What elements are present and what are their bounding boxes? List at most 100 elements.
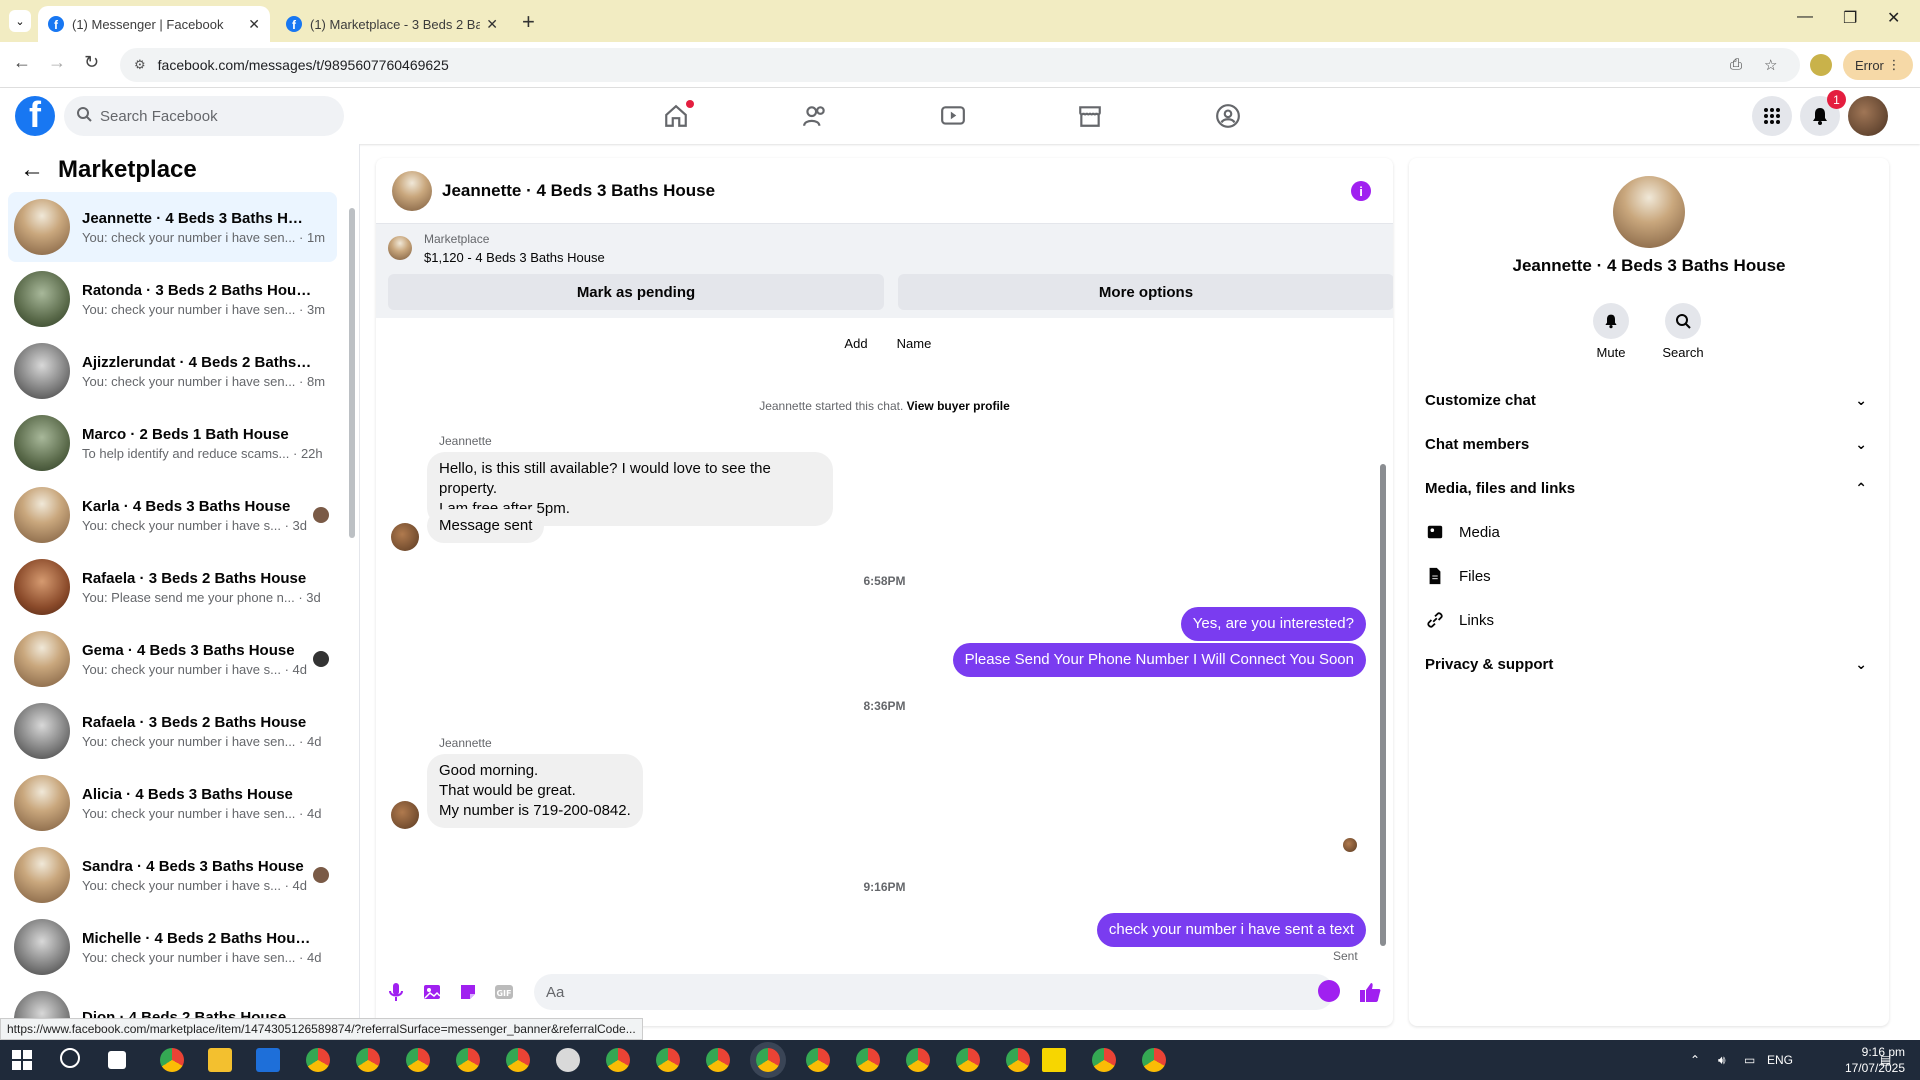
chrome-icon[interactable] — [956, 1048, 980, 1072]
conversation-item[interactable]: Michelle · 4 Beds 2 Baths House You: chec… — [8, 912, 337, 982]
facebook-logo-icon[interactable]: f — [15, 96, 55, 136]
privacy-support-row[interactable]: Privacy & support ⌄ — [1425, 646, 1873, 682]
new-tab-button[interactable]: + — [522, 9, 535, 35]
profile-avatar-icon[interactable] — [1810, 54, 1832, 76]
chrome-icon[interactable] — [160, 1048, 184, 1072]
bookmark-star-icon[interactable]: ☆ — [1764, 56, 1777, 74]
attach-photo-icon[interactable] — [420, 980, 444, 1004]
sender-avatar[interactable] — [391, 801, 419, 829]
tray-chevron-icon[interactable]: ⌃ — [1690, 1040, 1700, 1080]
gif-icon[interactable]: GIF — [492, 980, 516, 1004]
media-row[interactable]: Media — [1425, 514, 1873, 550]
mark-as-pending-button[interactable]: Mark as pending — [388, 274, 884, 310]
files-row[interactable]: Files — [1425, 558, 1873, 594]
chrome-icon[interactable] — [306, 1048, 330, 1072]
conversation-item[interactable]: Karla · 4 Beds 3 Baths House You: check y… — [8, 480, 337, 550]
address-bar[interactable]: ⚙ facebook.com/messages/t/98956077604696… — [120, 48, 1800, 82]
conversation-item[interactable]: Jeannette · 4 Beds 3 Baths House You: che… — [8, 192, 337, 262]
contact-avatar[interactable] — [1613, 176, 1685, 248]
mute-button[interactable]: Mute — [1581, 303, 1641, 360]
conversation-item[interactable]: Ajizzlerundat · 4 Beds 2 Baths H... You: … — [8, 336, 337, 406]
add-button[interactable]: Add — [826, 336, 886, 351]
sticky-notes-icon[interactable] — [1042, 1048, 1066, 1072]
error-button[interactable]: Error ⋮ — [1843, 50, 1913, 80]
sticker-icon[interactable] — [456, 980, 480, 1004]
chrome-icon[interactable] — [906, 1048, 930, 1072]
chrome-icon[interactable] — [806, 1048, 830, 1072]
search-conversation-button[interactable]: Search — [1653, 303, 1713, 360]
view-buyer-profile-link[interactable]: View buyer profile — [907, 399, 1010, 413]
chrome-icon[interactable] — [456, 1048, 480, 1072]
conversation-item[interactable]: Rafaela · 3 Beds 2 Baths House You: check… — [8, 696, 337, 766]
chrome-icon[interactable] — [656, 1048, 680, 1072]
sender-avatar[interactable] — [391, 523, 419, 551]
outgoing-message[interactable]: Please Send Your Phone Number I Will Con… — [952, 643, 1366, 677]
info-icon[interactable]: i — [1351, 181, 1371, 201]
conversation-item[interactable]: Marco · 2 Beds 1 Bath House To help ident… — [8, 408, 337, 478]
conversation-item[interactable]: Ratonda · 3 Beds 2 Baths House You: check… — [8, 264, 337, 334]
sidebar-scrollbar[interactable] — [349, 208, 355, 538]
reload-icon[interactable]: ↻ — [84, 52, 99, 73]
video-icon[interactable] — [937, 100, 969, 132]
media-files-links-row[interactable]: Media, files and links ⌃ — [1425, 470, 1873, 506]
windows-start-icon[interactable] — [12, 1050, 32, 1070]
chrome-icon[interactable] — [506, 1048, 530, 1072]
chat-members-row[interactable]: Chat members ⌄ — [1425, 426, 1873, 462]
back-icon[interactable]: ← — [13, 52, 31, 73]
language-indicator[interactable]: ENG — [1767, 1040, 1793, 1080]
chrome-icon[interactable] — [856, 1048, 880, 1072]
task-view-icon[interactable] — [108, 1051, 126, 1069]
close-window-icon[interactable]: ✕ — [1887, 8, 1900, 28]
conversation-item[interactable]: Gema · 4 Beds 3 Baths House You: check yo… — [8, 624, 337, 694]
menu-grid-icon[interactable] — [1752, 96, 1792, 136]
chrome-icon[interactable] — [1006, 1048, 1030, 1072]
tab-search-dropdown-icon[interactable]: ⌄ — [9, 10, 31, 32]
restore-icon[interactable]: ❐ — [1843, 8, 1857, 28]
notification-center-icon[interactable]: ▤ — [1880, 1040, 1891, 1080]
install-app-icon[interactable]: ⎙ — [1730, 56, 1742, 73]
clock[interactable]: 9:16 pm 17/07/2025 — [1835, 1044, 1905, 1076]
chrome-icon[interactable] — [1092, 1048, 1116, 1072]
incoming-message[interactable]: Message sent — [427, 509, 545, 543]
volume-icon[interactable]: 🔊︎ — [1718, 1040, 1726, 1080]
groups-icon[interactable] — [1212, 100, 1244, 132]
minimize-icon[interactable]: — — [1797, 8, 1813, 26]
chat-avatar[interactable] — [392, 170, 432, 211]
listing-title[interactable]: $1,120 - 4 Beds 3 Baths House — [424, 250, 605, 265]
search-facebook-input[interactable]: Search Facebook — [64, 96, 344, 136]
emoji-icon[interactable] — [1318, 980, 1340, 1002]
close-tab-icon[interactable]: ✕ — [486, 16, 498, 33]
account-avatar[interactable] — [1848, 96, 1888, 136]
chat-title[interactable]: Jeannette · 4 Beds 3 Baths House — [442, 181, 715, 201]
chrome-icon[interactable] — [606, 1048, 630, 1072]
chrome-icon[interactable] — [356, 1048, 380, 1072]
file-explorer-icon[interactable] — [208, 1048, 232, 1072]
app-icon[interactable] — [556, 1048, 580, 1072]
chrome-icon[interactable] — [1142, 1048, 1166, 1072]
search-taskbar-icon[interactable] — [60, 1048, 80, 1068]
like-thumb-icon[interactable] — [1358, 980, 1382, 1004]
marketplace-icon[interactable] — [1074, 100, 1106, 132]
listing-thumbnail[interactable] — [388, 236, 412, 260]
message-input[interactable]: Aa — [534, 974, 1334, 1010]
name-button[interactable]: Name — [884, 336, 944, 351]
site-info-icon[interactable]: ⚙ — [134, 57, 146, 73]
back-arrow-icon[interactable]: ← — [20, 156, 44, 184]
conversation-item[interactable]: Sandra · 4 Beds 3 Baths House You: check … — [8, 840, 337, 910]
chat-scrollbar[interactable] — [1380, 464, 1386, 946]
close-tab-icon[interactable]: ✕ — [248, 16, 260, 33]
chrome-icon-active[interactable] — [756, 1048, 780, 1072]
chrome-icon[interactable] — [706, 1048, 730, 1072]
outgoing-message[interactable]: Yes, are you interested? — [1180, 607, 1366, 641]
tab-marketplace[interactable]: f (1) Marketplace - 3 Beds 2 Bath ✕ — [276, 6, 508, 42]
friends-icon[interactable] — [799, 100, 831, 132]
network-icon[interactable]: ▭ — [1744, 1040, 1755, 1080]
incoming-message[interactable]: Good morning. That would be great. My nu… — [427, 754, 643, 828]
forward-icon[interactable]: → — [48, 52, 66, 73]
customize-chat-row[interactable]: Customize chat ⌄ — [1425, 382, 1873, 418]
more-options-button[interactable]: More options — [898, 274, 1393, 310]
tab-messenger[interactable]: f (1) Messenger | Facebook ✕ — [38, 6, 270, 42]
conversation-item[interactable]: Rafaela · 3 Beds 2 Baths House You: Pleas… — [8, 552, 337, 622]
outgoing-message[interactable]: check your number i have sent a text — [1096, 913, 1366, 947]
chrome-icon[interactable] — [406, 1048, 430, 1072]
